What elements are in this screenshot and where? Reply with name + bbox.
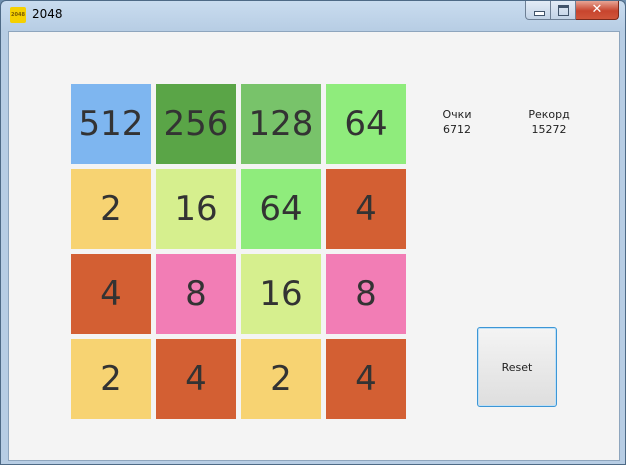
close-icon: ✕ [591, 2, 603, 17]
window-controls: ✕ [525, 1, 619, 21]
tile: 2 [71, 169, 151, 249]
score-label: Очки [442, 108, 472, 121]
tile: 16 [241, 254, 321, 334]
tile: 16 [156, 169, 236, 249]
app-logo-icon: 2048 [10, 7, 26, 23]
tile: 8 [326, 254, 406, 334]
record-panel: Рекорд 15272 [509, 107, 589, 137]
tile: 8 [156, 254, 236, 334]
tile: 4 [326, 169, 406, 249]
game-board: 512 256 128 64 2 16 64 4 4 8 16 8 2 4 2 4 [71, 84, 411, 424]
tile: 128 [241, 84, 321, 164]
tile: 2 [241, 339, 321, 419]
window-title: 2048 [32, 7, 63, 21]
record-label: Рекорд [528, 108, 570, 121]
tile: 256 [156, 84, 236, 164]
record-value: 15272 [531, 123, 567, 136]
tile: 4 [71, 254, 151, 334]
tile: 512 [71, 84, 151, 164]
maximize-icon [558, 5, 569, 16]
minimize-icon [534, 11, 545, 16]
close-button[interactable]: ✕ [576, 1, 619, 20]
tile: 64 [326, 84, 406, 164]
reset-button[interactable]: Reset [477, 327, 557, 407]
game-area: 512 256 128 64 2 16 64 4 4 8 16 8 2 4 2 4 Очки 6712 Рек… [8, 31, 620, 461]
app-window: 2048 2048 ✕ 512 256 128 64 2 16 64 4 4 8 16 8 2 4 2 4 О… [0, 0, 626, 465]
score-value: 6712 [443, 123, 471, 136]
tile: 2 [71, 339, 151, 419]
score-panel: Очки 6712 [417, 107, 497, 137]
tile: 4 [156, 339, 236, 419]
minimize-button[interactable] [525, 1, 551, 20]
maximize-button[interactable] [551, 1, 576, 20]
title-bar[interactable]: 2048 2048 ✕ [1, 1, 625, 31]
tile: 64 [241, 169, 321, 249]
tile: 4 [326, 339, 406, 419]
